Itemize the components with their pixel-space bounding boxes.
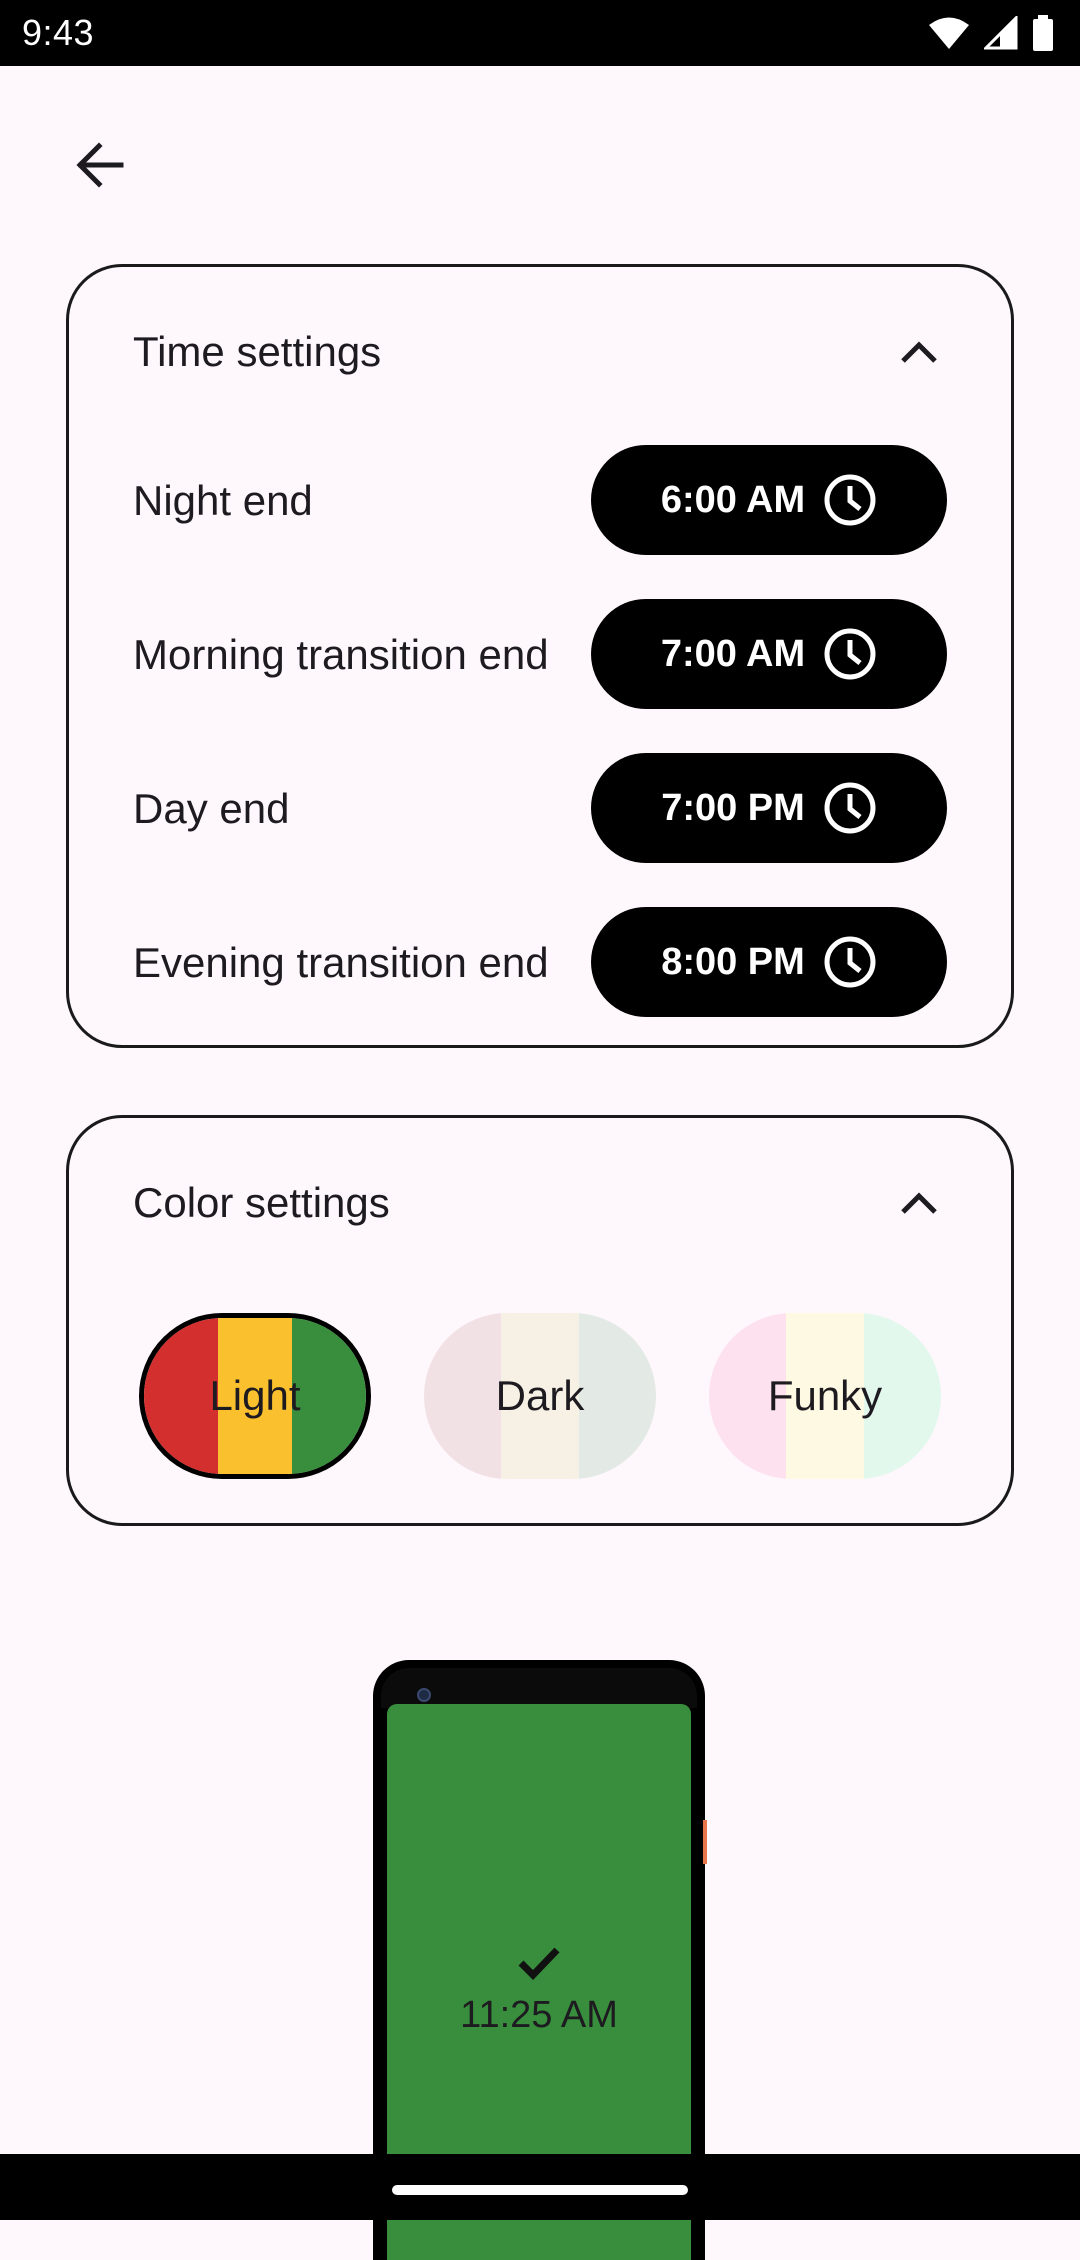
time-picker-button[interactable]: 7:00 AM [591,599,947,709]
color-settings-card: Color settings Light Dark Funky [66,1115,1014,1526]
status-bar: 9:43 [0,0,1080,66]
time-value: 7:00 AM [660,632,806,675]
time-label: Night end [133,476,313,524]
time-row-evening-transition-end: Evening transition end 8:00 PM [133,907,947,1017]
time-row-day-end: Day end 7:00 PM [133,753,947,863]
time-settings-header[interactable]: Time settings [133,317,947,387]
color-settings-title: Color settings [133,1179,390,1226]
time-label: Morning transition end [133,630,549,678]
theme-chip-dark[interactable]: Dark [424,1313,656,1479]
wifi-icon [929,17,969,49]
camera-icon [417,1688,431,1702]
time-value: 8:00 PM [661,940,805,983]
home-gesture-handle[interactable] [392,2185,688,2195]
time-settings-card: Time settings Night end 6:00 AM Morning … [66,264,1014,1048]
theme-label: Funky [767,1372,883,1419]
phone-top-bezel [381,1668,697,1708]
arrow-back-icon [76,142,124,188]
time-value: 6:00 AM [660,478,806,521]
time-settings-title: Time settings [133,328,382,375]
theme-options: Light Dark Funky [139,1313,941,1479]
theme-chip-light[interactable]: Light [139,1313,371,1479]
chevron-up-icon[interactable] [891,324,947,380]
back-button[interactable] [60,130,140,200]
theme-chip-funky[interactable]: Funky [709,1313,941,1479]
time-picker-button[interactable]: 7:00 PM [591,753,947,863]
theme-label: Dark [495,1372,585,1419]
time-picker-button[interactable]: 8:00 PM [591,907,947,1017]
check-icon [518,1947,560,1980]
phone-side-button [703,1820,707,1864]
clock-icon [824,628,876,680]
theme-label: Light [209,1372,301,1419]
time-value: 7:00 PM [661,786,805,829]
cellular-signal-icon [984,16,1018,50]
time-label: Evening transition end [133,938,549,986]
preview-time: 11:25 AM [460,1994,618,2036]
time-row-night-end: Night end 6:00 AM [133,445,947,555]
status-icons [928,15,1054,51]
status-time: 9:43 [22,12,95,53]
time-label: Day end [133,784,290,832]
chevron-up-icon[interactable] [891,1175,947,1231]
color-settings-header[interactable]: Color settings [133,1168,947,1238]
time-row-morning-transition-end: Morning transition end 7:00 AM [133,599,947,709]
clock-icon [824,782,876,834]
clock-icon [824,474,876,526]
battery-icon [1033,15,1053,51]
clock-icon [824,936,876,988]
time-picker-button[interactable]: 6:00 AM [591,445,947,555]
